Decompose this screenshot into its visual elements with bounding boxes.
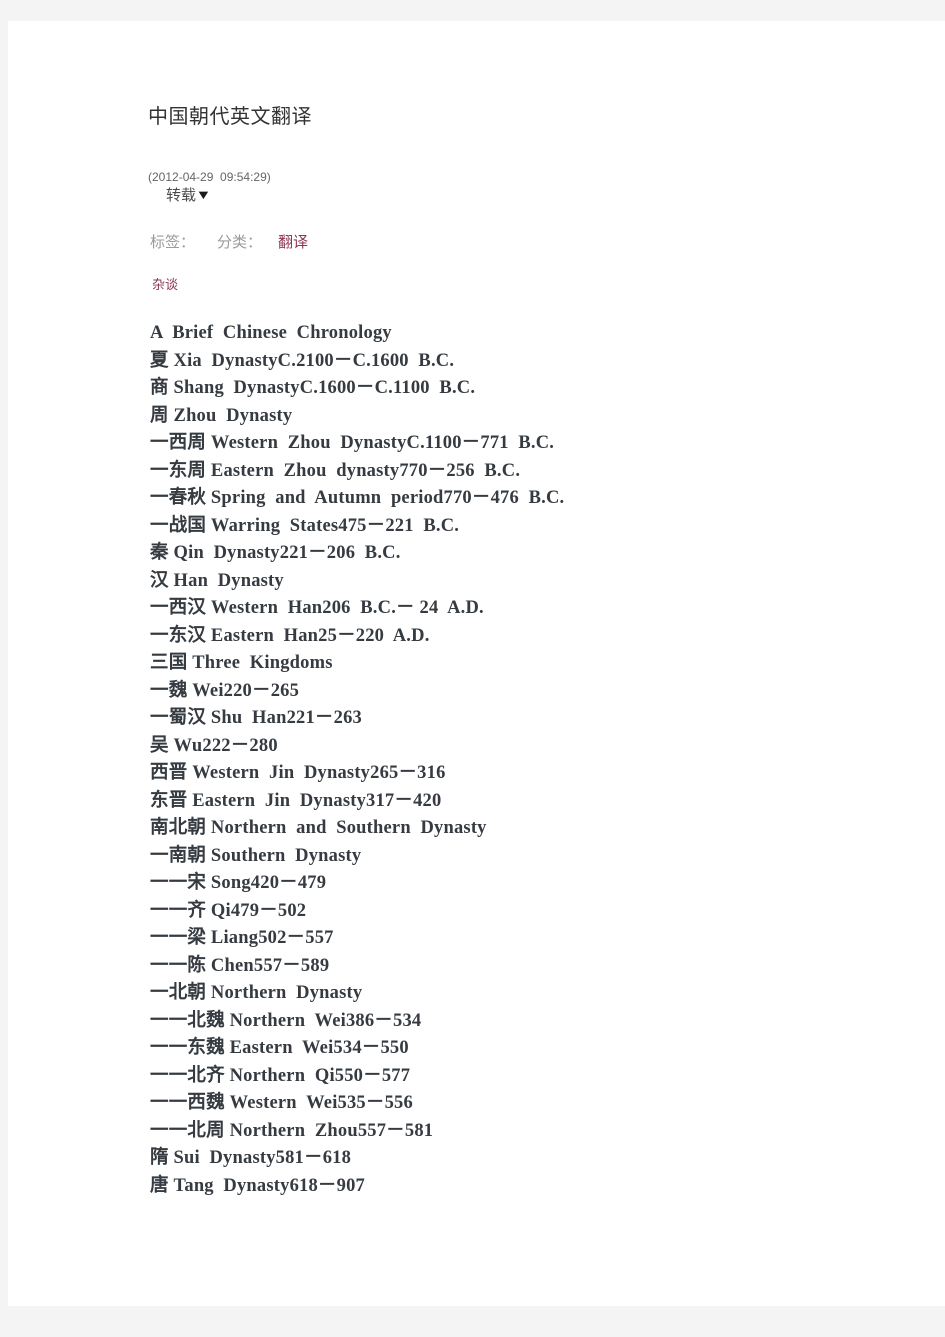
chronology-line: 一东周 Eastern Zhou dynasty770－256 B.C. <box>150 460 521 481</box>
chronology-line: 一一北齐 Northern Qi550－577 <box>150 1065 411 1086</box>
repost-row: 转载▼ <box>148 186 866 206</box>
sub-tag-link[interactable]: 杂谈 <box>152 277 178 292</box>
chronology-line: 一一梁 Liang502－557 <box>150 928 334 948</box>
chevron-down-icon[interactable]: ▼ <box>195 185 211 205</box>
chronology-line: 一一西魏 Western Wei535－556 <box>150 1093 413 1113</box>
chronology-line: 汉 Han Dynasty <box>150 570 284 591</box>
chronology-line: 唐 Tang Dynasty618－907 <box>150 1175 365 1196</box>
page-title: 中国朝代英文翻译 <box>148 106 312 128</box>
sub-tag-row: 杂谈 <box>148 276 866 294</box>
chronology-line: 一战国 Warring States475－221 B.C. <box>150 515 460 536</box>
chronology-line: 一魏 Wei220－265 <box>150 680 300 701</box>
chronology-line: 隋 Sui Dynasty581－618 <box>150 1148 352 1168</box>
chronology-line: 一南朝 Southern Dynasty <box>150 845 362 866</box>
chronology-line: 一一宋 Song420－479 <box>150 873 327 893</box>
page-sheet: 中国朝代英文翻译 (2012-04-29 09:54:29) 转载▼ 标签： 分类… <box>8 21 945 1306</box>
chronology-line: 东晋 Eastern Jin Dynasty317－420 <box>150 790 442 811</box>
article-meta: (2012-04-29 09:54:29) 转载▼ 标签： 分类： 翻译 杂谈 <box>146 169 866 294</box>
chronology-heading: A Brief Chinese Chronology <box>150 323 392 343</box>
chronology-body: A Brief Chinese Chronology 夏 Xia DynastyC… <box>146 320 866 1200</box>
tag-label: 标签： <box>150 235 196 251</box>
chronology-line: 周 Zhou Dynasty <box>150 405 293 426</box>
chronology-line: 一一陈 Chen557－589 <box>150 955 330 976</box>
chronology-line: 一东汉 Eastern Han25－220 A.D. <box>150 625 430 646</box>
chronology-line: 夏 Xia DynastyC.2100－C.1600 B.C. <box>150 350 455 371</box>
tag-category-row: 标签： 分类： 翻译 <box>148 232 866 254</box>
repost-link[interactable]: 转载 <box>166 188 196 204</box>
chronology-line: 一一北魏 Northern Wei386－534 <box>150 1010 422 1031</box>
chronology-line: 吴 Wu222－280 <box>150 735 278 756</box>
chronology-line: 秦 Qin Dynasty221－206 B.C. <box>150 543 401 563</box>
post-timestamp: (2012-04-29 09:54:29) <box>148 170 271 184</box>
chronology-line: 一一北周 Northern Zhou557－581 <box>150 1120 434 1141</box>
chronology-line: 一西周 Western Zhou DynastyC.1100－771 B.C. <box>150 433 555 453</box>
chronology-line: 一一东魏 Eastern Wei534－550 <box>150 1038 409 1058</box>
chronology-line: 一蜀汉 Shu Han221－263 <box>150 708 362 728</box>
chronology-line: 一春秋 Spring and Autumn period770－476 B.C. <box>150 488 565 508</box>
chronology-line: 一北朝 Northern Dynasty <box>150 983 363 1003</box>
chronology-line: 一西汉 Western Han206 B.C.－ 24 A.D. <box>150 598 484 618</box>
chronology-line: 西晋 Western Jin Dynasty265－316 <box>150 763 446 783</box>
article-container: 中国朝代英文翻译 (2012-04-29 09:54:29) 转载▼ 标签： 分类… <box>146 103 866 1200</box>
chronology-line: 南北朝 Northern and Southern Dynasty <box>150 818 487 838</box>
chronology-line: 商 Shang DynastyC.1600－C.1100 B.C. <box>150 378 476 398</box>
category-label: 分类： <box>217 235 263 251</box>
category-value-link[interactable]: 翻译 <box>278 235 308 251</box>
chronology-line: 三国 Three Kingdoms <box>150 653 333 673</box>
chronology-line: 一一齐 Qi479－502 <box>150 900 307 921</box>
